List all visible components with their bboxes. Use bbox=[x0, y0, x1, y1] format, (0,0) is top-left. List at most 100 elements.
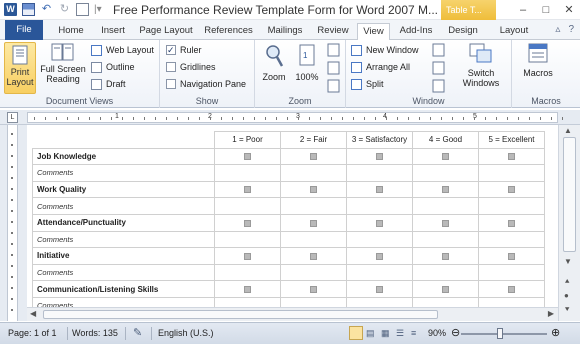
gridlines-checkbox[interactable]: Gridlines bbox=[166, 60, 216, 74]
side-by-side-icons[interactable] bbox=[432, 43, 446, 93]
full-screen-reading-button[interactable]: Full Screen Reading bbox=[40, 42, 86, 84]
rating-checkbox[interactable] bbox=[508, 219, 515, 227]
comment-cell[interactable] bbox=[478, 197, 545, 215]
rating-checkbox[interactable] bbox=[244, 286, 251, 294]
rating-checkbox[interactable] bbox=[244, 186, 251, 194]
rating-checkbox[interactable] bbox=[376, 186, 383, 194]
zoom-slider[interactable] bbox=[461, 328, 547, 339]
rating-checkbox[interactable] bbox=[376, 252, 383, 260]
comment-cell[interactable] bbox=[346, 164, 413, 182]
rating-checkbox[interactable] bbox=[310, 153, 317, 161]
new-window-button[interactable]: New Window bbox=[351, 43, 419, 57]
rating-checkbox[interactable] bbox=[310, 252, 317, 260]
web-layout-view-icon[interactable]: ▦ bbox=[381, 328, 395, 342]
rating-checkbox[interactable] bbox=[508, 252, 515, 260]
ruler-strip[interactable]: 1 2 3 4 5 bbox=[27, 112, 563, 123]
comment-cell[interactable] bbox=[214, 197, 281, 215]
tab-view[interactable]: View bbox=[357, 23, 390, 41]
rating-checkbox[interactable] bbox=[442, 186, 449, 194]
tab-home[interactable]: Home bbox=[52, 23, 90, 40]
vertical-scrollbar[interactable]: ▲ ▼ ⯅ ● ⯆ bbox=[558, 125, 580, 321]
word-app-icon[interactable]: W bbox=[4, 3, 17, 16]
comment-cell[interactable] bbox=[280, 197, 347, 215]
comment-cell[interactable] bbox=[346, 263, 413, 282]
rating-checkbox[interactable] bbox=[376, 286, 383, 294]
rating-checkbox[interactable] bbox=[442, 252, 449, 260]
outline-view-icon[interactable]: ☰ bbox=[396, 328, 410, 342]
new-document-icon[interactable] bbox=[76, 3, 89, 16]
scroll-right-icon[interactable]: ▶ bbox=[548, 309, 554, 318]
arrange-all-button[interactable]: Arrange All bbox=[351, 60, 410, 74]
maximize-icon[interactable]: □ bbox=[539, 4, 553, 16]
web-layout-button[interactable]: Web Layout bbox=[91, 43, 154, 57]
split-button[interactable]: Split bbox=[351, 77, 384, 91]
print-layout-view-icon[interactable] bbox=[349, 326, 363, 340]
comment-cell[interactable] bbox=[214, 230, 281, 249]
page-view-icons[interactable] bbox=[327, 43, 341, 93]
help-icon[interactable]: ? bbox=[568, 24, 574, 35]
rating-checkbox[interactable] bbox=[508, 153, 515, 161]
zoom-button[interactable]: Zoom bbox=[259, 42, 289, 82]
comment-cell[interactable] bbox=[346, 230, 413, 249]
comment-cell[interactable] bbox=[280, 230, 347, 249]
zoom-slider-knob[interactable] bbox=[497, 328, 503, 339]
language[interactable]: English (U.S.) bbox=[158, 328, 214, 338]
redo-icon[interactable]: ↻ bbox=[58, 3, 71, 16]
rating-checkbox[interactable] bbox=[310, 186, 317, 194]
comment-cell[interactable] bbox=[412, 164, 479, 182]
zoom-out-icon[interactable]: ⊖ bbox=[451, 326, 460, 339]
navigation-pane-checkbox[interactable]: Navigation Pane bbox=[166, 77, 246, 91]
rating-checkbox[interactable] bbox=[376, 219, 383, 227]
minimize-ribbon-icon[interactable]: ▵ bbox=[555, 24, 560, 35]
tab-review[interactable]: Review bbox=[313, 23, 353, 40]
vertical-scroll-thumb[interactable] bbox=[563, 137, 576, 252]
zoom-level[interactable]: 90% bbox=[428, 328, 446, 338]
page-count[interactable]: Page: 1 of 1 bbox=[8, 328, 57, 338]
tab-insert[interactable]: Insert bbox=[94, 23, 132, 40]
comment-cell[interactable] bbox=[478, 230, 545, 249]
tab-references[interactable]: References bbox=[201, 23, 256, 40]
rating-checkbox[interactable] bbox=[244, 219, 251, 227]
full-screen-view-icon[interactable]: ▤ bbox=[366, 328, 380, 342]
horizontal-scrollbar[interactable]: ◀ ▶ bbox=[27, 307, 558, 321]
rating-checkbox[interactable] bbox=[508, 186, 515, 194]
tab-add-ins[interactable]: Add-Ins bbox=[394, 23, 438, 40]
comment-cell[interactable] bbox=[412, 263, 479, 282]
comment-cell[interactable] bbox=[412, 230, 479, 249]
tab-mailings[interactable]: Mailings bbox=[262, 23, 308, 40]
zoom-100-button[interactable]: 1 100% bbox=[293, 42, 321, 82]
comment-cell[interactable] bbox=[478, 164, 545, 182]
scroll-left-icon[interactable]: ◀ bbox=[30, 309, 36, 318]
customize-qat-icon[interactable]: |▾ bbox=[94, 3, 102, 16]
draft-view-icon[interactable]: ≡ bbox=[411, 328, 425, 342]
rating-checkbox[interactable] bbox=[442, 153, 449, 161]
save-icon[interactable] bbox=[22, 3, 35, 16]
next-page-icon[interactable]: ⯆ bbox=[564, 305, 570, 315]
word-count[interactable]: Words: 135 bbox=[72, 328, 118, 338]
document-page[interactable]: 1 = Poor 2 = Fair 3 = Satisfactory 4 = G… bbox=[27, 125, 557, 321]
comment-cell[interactable] bbox=[412, 197, 479, 215]
rating-checkbox[interactable] bbox=[244, 153, 251, 161]
proofing-icon[interactable]: ✎ bbox=[133, 326, 142, 339]
comment-cell[interactable] bbox=[214, 164, 281, 182]
rating-checkbox[interactable] bbox=[376, 153, 383, 161]
rating-checkbox[interactable] bbox=[310, 286, 317, 294]
tab-layout[interactable]: Layout bbox=[494, 23, 534, 40]
scroll-down-icon[interactable]: ▼ bbox=[564, 257, 572, 266]
tab-page-layout[interactable]: Page Layout bbox=[137, 23, 195, 40]
previous-page-icon[interactable]: ⯅ bbox=[564, 277, 570, 287]
switch-windows-button[interactable]: Switch Windows bbox=[456, 42, 506, 88]
tab-file[interactable]: File bbox=[5, 20, 43, 40]
minimize-icon[interactable]: – bbox=[516, 4, 530, 16]
zoom-in-icon[interactable]: ⊕ bbox=[551, 326, 560, 339]
outline-button[interactable]: Outline bbox=[91, 60, 135, 74]
comment-cell[interactable] bbox=[346, 197, 413, 215]
rating-checkbox[interactable] bbox=[508, 286, 515, 294]
browse-object-icon[interactable]: ● bbox=[564, 291, 569, 300]
comment-cell[interactable] bbox=[478, 263, 545, 282]
rating-checkbox[interactable] bbox=[442, 286, 449, 294]
comment-cell[interactable] bbox=[280, 263, 347, 282]
macros-button[interactable]: Macros bbox=[520, 42, 556, 78]
tab-design[interactable]: Design bbox=[443, 23, 483, 40]
rating-checkbox[interactable] bbox=[310, 219, 317, 227]
